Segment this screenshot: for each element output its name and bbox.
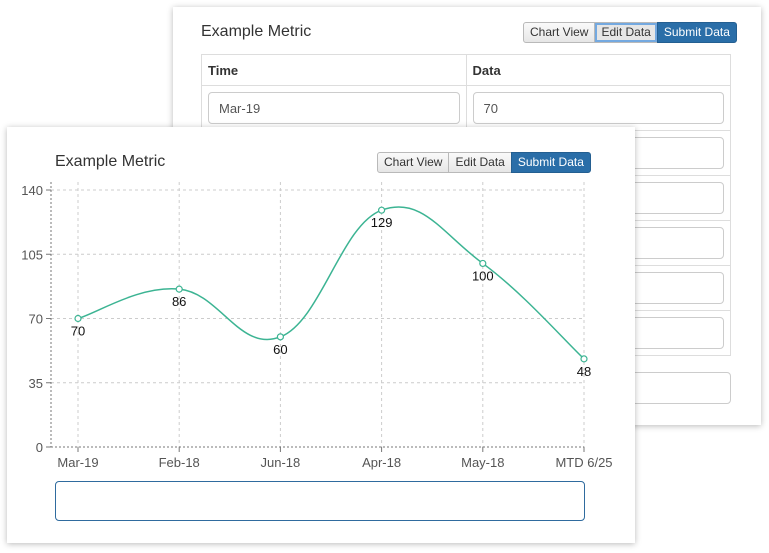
time-input[interactable] <box>208 92 460 124</box>
x-tick-label: Apr-18 <box>362 455 401 470</box>
data-point <box>378 206 386 214</box>
edit-data-button[interactable]: Edit Data <box>594 22 658 43</box>
comment-input[interactable] <box>55 481 585 521</box>
x-tick-label: May-18 <box>461 455 504 470</box>
y-tick-label: 35 <box>29 376 43 391</box>
data-input[interactable] <box>472 92 724 124</box>
table-row <box>201 85 731 131</box>
y-tick-label: 70 <box>29 312 43 327</box>
data-point <box>74 314 82 323</box>
x-tick-label: Feb-18 <box>159 455 200 470</box>
series-line <box>77 206 585 360</box>
data-point <box>479 259 487 268</box>
data-point <box>175 285 183 293</box>
line-chart: 0 35 70 105 140 Mar-19 Feb-18 Jun-18 Apr-18 May-1… <box>21 182 613 470</box>
data-label: 70 <box>71 324 85 339</box>
data-label: 129 <box>371 215 393 230</box>
column-header-data: Data <box>465 54 731 86</box>
data-label: 60 <box>273 342 287 357</box>
column-header-time: Time <box>201 54 467 86</box>
data-point <box>580 355 588 363</box>
data-label: 86 <box>172 294 186 309</box>
x-tick-label: Jun-18 <box>261 455 301 470</box>
x-tick-label: Mar-19 <box>57 455 98 470</box>
y-tick-label: 0 <box>36 440 43 455</box>
view-toggle-group: Chart View Edit Data Submit Data <box>523 22 737 43</box>
chart-view-button[interactable]: Chart View <box>523 22 596 43</box>
data-label: 48 <box>577 364 591 379</box>
y-tick-label: 140 <box>21 183 43 198</box>
data-point <box>276 333 284 341</box>
chart-view-panel: Example Metric Chart View Edit Data Subm… <box>7 127 635 543</box>
submit-data-button[interactable]: Submit Data <box>656 22 737 43</box>
x-tick-label: MTD 6/25 <box>555 455 612 470</box>
panel-title: Example Metric <box>201 23 312 40</box>
data-label: 100 <box>472 268 494 283</box>
y-tick-label: 105 <box>21 247 43 262</box>
